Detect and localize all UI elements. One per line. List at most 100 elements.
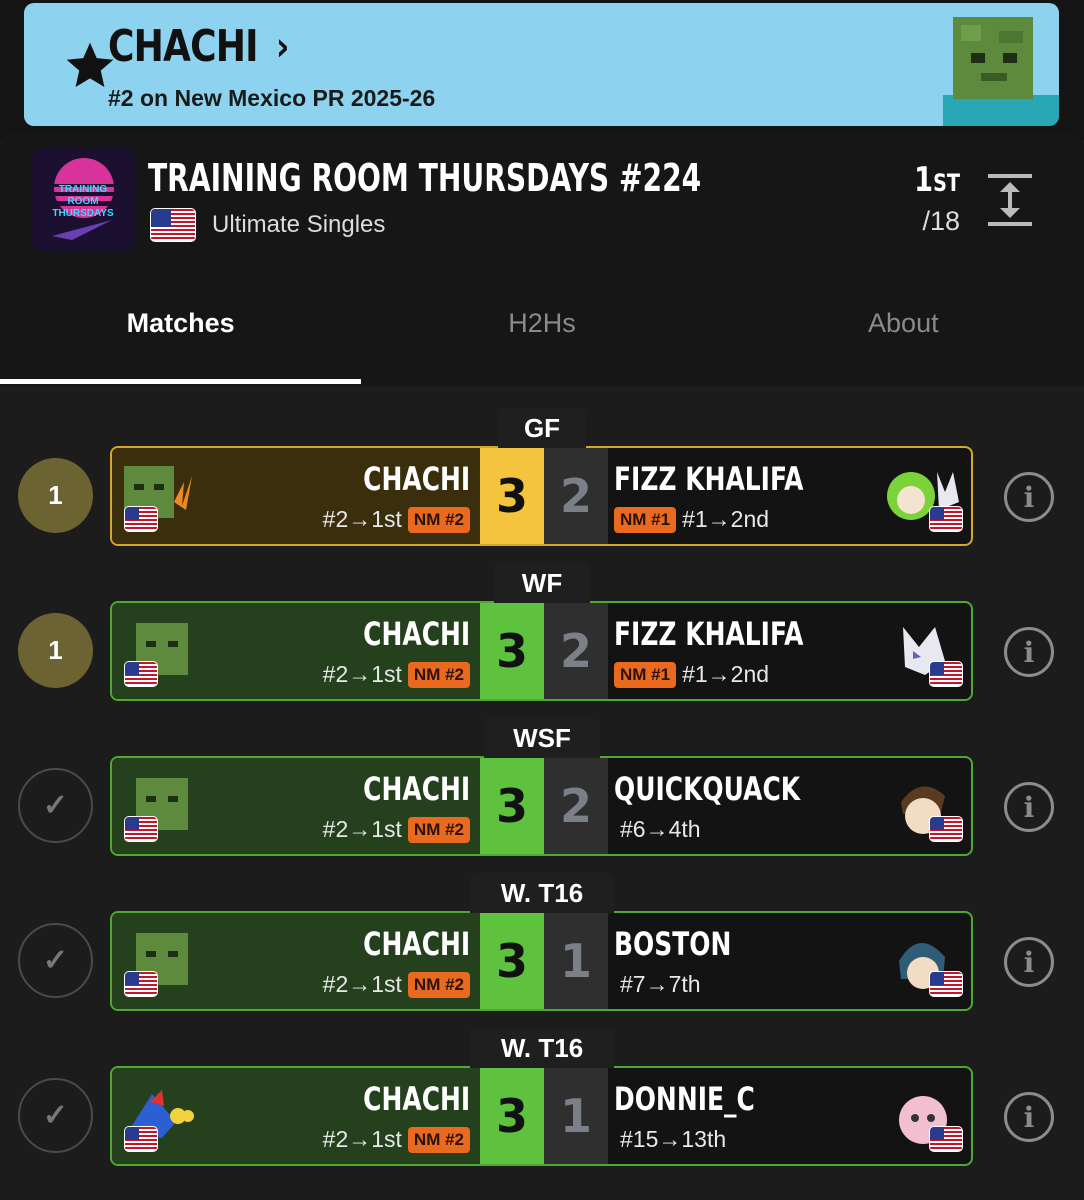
tournament-game: Ultimate Singles bbox=[150, 208, 385, 242]
right-player-name: BOSTON bbox=[614, 925, 732, 963]
us-flag-icon bbox=[124, 661, 158, 687]
left-score: 3 bbox=[480, 603, 544, 699]
us-flag-icon bbox=[929, 971, 963, 997]
left-seed-text: #2→1st bbox=[322, 1126, 402, 1152]
right-seed-text: #6→4th bbox=[620, 816, 701, 842]
left-player-panel: CHACHI #2→1st NM #2 bbox=[112, 913, 480, 1009]
left-player-seed: #2→1st NM #2 bbox=[323, 971, 470, 998]
left-player-panel: CHACHI #2→1st NM #2 bbox=[112, 758, 480, 854]
right-score: 2 bbox=[544, 603, 608, 699]
right-player-seed: NM #1 #1→2nd bbox=[614, 506, 769, 533]
tab-h2hs[interactable]: H2Hs bbox=[361, 286, 722, 384]
left-player-panel: CHACHI #2→1st NM #2 bbox=[112, 1068, 480, 1164]
svg-text:TRAINING: TRAINING bbox=[59, 184, 108, 195]
zombie-character-icon bbox=[943, 17, 1059, 126]
us-flag-icon bbox=[124, 816, 158, 842]
match-card[interactable]: CHACHI #2→1st NM #2 3 2 QUICKQUACK #6→4t… bbox=[110, 756, 973, 856]
left-seed-text: #2→1st bbox=[322, 506, 402, 532]
right-score: 2 bbox=[544, 758, 608, 854]
placement-number: 1 bbox=[914, 160, 934, 200]
left-seed-text: #2→1st bbox=[322, 661, 402, 687]
right-seed-text: #1→2nd bbox=[682, 506, 770, 532]
match-card[interactable]: CHACHI #2→1st NM #2 3 2 FIZZ KHALIFA NM … bbox=[110, 601, 973, 701]
us-flag-icon bbox=[929, 816, 963, 842]
round-label: GF bbox=[498, 408, 586, 448]
chevron-right-icon: › bbox=[275, 23, 290, 70]
completed-check-icon: ✓ bbox=[18, 768, 93, 843]
player-banner[interactable]: CHACHI › #2 on New Mexico PR 2025-26 bbox=[24, 3, 1059, 126]
match-card[interactable]: CHACHI #2→1st NM #2 3 1 BOSTON #7→7th bbox=[110, 911, 973, 1011]
round-label: W. T16 bbox=[470, 873, 614, 913]
pr-badge: NM #1 bbox=[614, 661, 677, 688]
left-player-name: CHACHI bbox=[362, 615, 470, 653]
match-row[interactable]: ✓ WSF CHACHI #2→1st NM #2 3 2 QUICKQUACK… bbox=[0, 718, 1084, 856]
us-flag-icon bbox=[124, 506, 158, 532]
info-icon[interactable]: i bbox=[1004, 937, 1054, 987]
tab-matches[interactable]: Matches bbox=[0, 286, 362, 384]
seed-marker: 1 bbox=[18, 613, 93, 688]
match-card[interactable]: CHACHI #2→1st NM #2 3 1 DONNIE_C #15→13t… bbox=[110, 1066, 973, 1166]
right-score: 2 bbox=[544, 448, 608, 544]
svg-text:ROOM: ROOM bbox=[67, 196, 98, 207]
right-score: 1 bbox=[544, 1068, 608, 1164]
right-score: 1 bbox=[544, 913, 608, 1009]
game-label: Ultimate Singles bbox=[212, 211, 386, 238]
info-icon[interactable]: i bbox=[1004, 627, 1054, 677]
svg-text:THURSDAYS: THURSDAYS bbox=[52, 208, 114, 219]
right-seed-text: #15→13th bbox=[620, 1126, 727, 1152]
pr-badge: NM #2 bbox=[407, 971, 470, 998]
us-flag-icon bbox=[929, 506, 963, 532]
match-row[interactable]: ✓ W. T16 CHACHI #2→1st NM #2 3 1 DONNIE_… bbox=[0, 1028, 1084, 1166]
right-seed-text: #1→2nd bbox=[682, 661, 770, 687]
player-name-text: CHACHI bbox=[108, 21, 259, 72]
left-score: 3 bbox=[480, 1068, 544, 1164]
left-player-seed: #2→1st NM #2 bbox=[323, 661, 470, 688]
us-flag-icon bbox=[929, 1126, 963, 1152]
entrant-count: /18 bbox=[922, 206, 960, 236]
pr-badge: NM #1 bbox=[614, 506, 677, 533]
player-banner-region: CHACHI › #2 on New Mexico PR 2025-26 bbox=[0, 0, 1084, 140]
tournament-title[interactable]: TRAINING ROOM THURSDAYS #224 bbox=[148, 156, 701, 200]
right-player-name: FIZZ KHALIFA bbox=[614, 615, 804, 653]
expand-collapse-icon[interactable] bbox=[988, 174, 1032, 226]
right-player-seed: #15→13th bbox=[620, 1126, 726, 1153]
right-player-seed: #6→4th bbox=[620, 816, 701, 843]
placement-suffix: ST bbox=[933, 169, 960, 197]
left-score: 3 bbox=[480, 913, 544, 1009]
pr-badge: NM #2 bbox=[407, 506, 470, 533]
placement: 1ST /18 bbox=[900, 160, 960, 237]
right-player-name: DONNIE_C bbox=[614, 1080, 755, 1118]
info-icon[interactable]: i bbox=[1004, 782, 1054, 832]
match-row[interactable]: 1 GF CHACHI #2→1st NM #2 3 2 FIZZ KHALIF… bbox=[0, 408, 1084, 546]
tab-bar: Matches H2Hs About bbox=[0, 286, 1084, 384]
tab-about[interactable]: About bbox=[723, 286, 1084, 384]
match-row[interactable]: 1 WF CHACHI #2→1st NM #2 3 2 FIZZ KHALIF… bbox=[0, 563, 1084, 701]
left-player-name: CHACHI bbox=[362, 770, 470, 808]
left-seed-text: #2→1st bbox=[322, 971, 402, 997]
left-player-name: CHACHI bbox=[362, 460, 470, 498]
info-icon[interactable]: i bbox=[1004, 1092, 1054, 1142]
left-score: 3 bbox=[480, 758, 544, 854]
match-card[interactable]: CHACHI #2→1st NM #2 3 2 FIZZ KHALIFA NM … bbox=[110, 446, 973, 546]
left-seed-text: #2→1st bbox=[322, 816, 402, 842]
right-player-seed: #7→7th bbox=[620, 971, 701, 998]
left-player-name: CHACHI bbox=[362, 925, 470, 963]
placement-rank: 1ST bbox=[912, 160, 960, 200]
us-flag-icon bbox=[150, 208, 196, 242]
round-label: WF bbox=[494, 563, 590, 603]
banner-pr-line: #2 on New Mexico PR 2025-26 bbox=[108, 85, 436, 111]
right-player-name: QUICKQUACK bbox=[614, 770, 801, 808]
us-flag-icon bbox=[929, 661, 963, 687]
seed-marker: 1 bbox=[18, 458, 93, 533]
tournament-logo[interactable]: TRAINING ROOM THURSDAYS bbox=[32, 148, 135, 251]
us-flag-icon bbox=[124, 1126, 158, 1152]
left-player-seed: #2→1st NM #2 bbox=[323, 816, 470, 843]
info-icon[interactable]: i bbox=[1004, 472, 1054, 522]
match-row[interactable]: ✓ W. T16 CHACHI #2→1st NM #2 3 1 BOSTON … bbox=[0, 873, 1084, 1011]
banner-player-name: CHACHI › bbox=[108, 21, 289, 72]
completed-check-icon: ✓ bbox=[18, 923, 93, 998]
round-label: W. T16 bbox=[470, 1028, 614, 1068]
pr-badge: NM #2 bbox=[407, 1126, 470, 1153]
tournament-logo-art: TRAINING ROOM THURSDAYS bbox=[32, 148, 135, 251]
completed-check-icon: ✓ bbox=[18, 1078, 93, 1153]
